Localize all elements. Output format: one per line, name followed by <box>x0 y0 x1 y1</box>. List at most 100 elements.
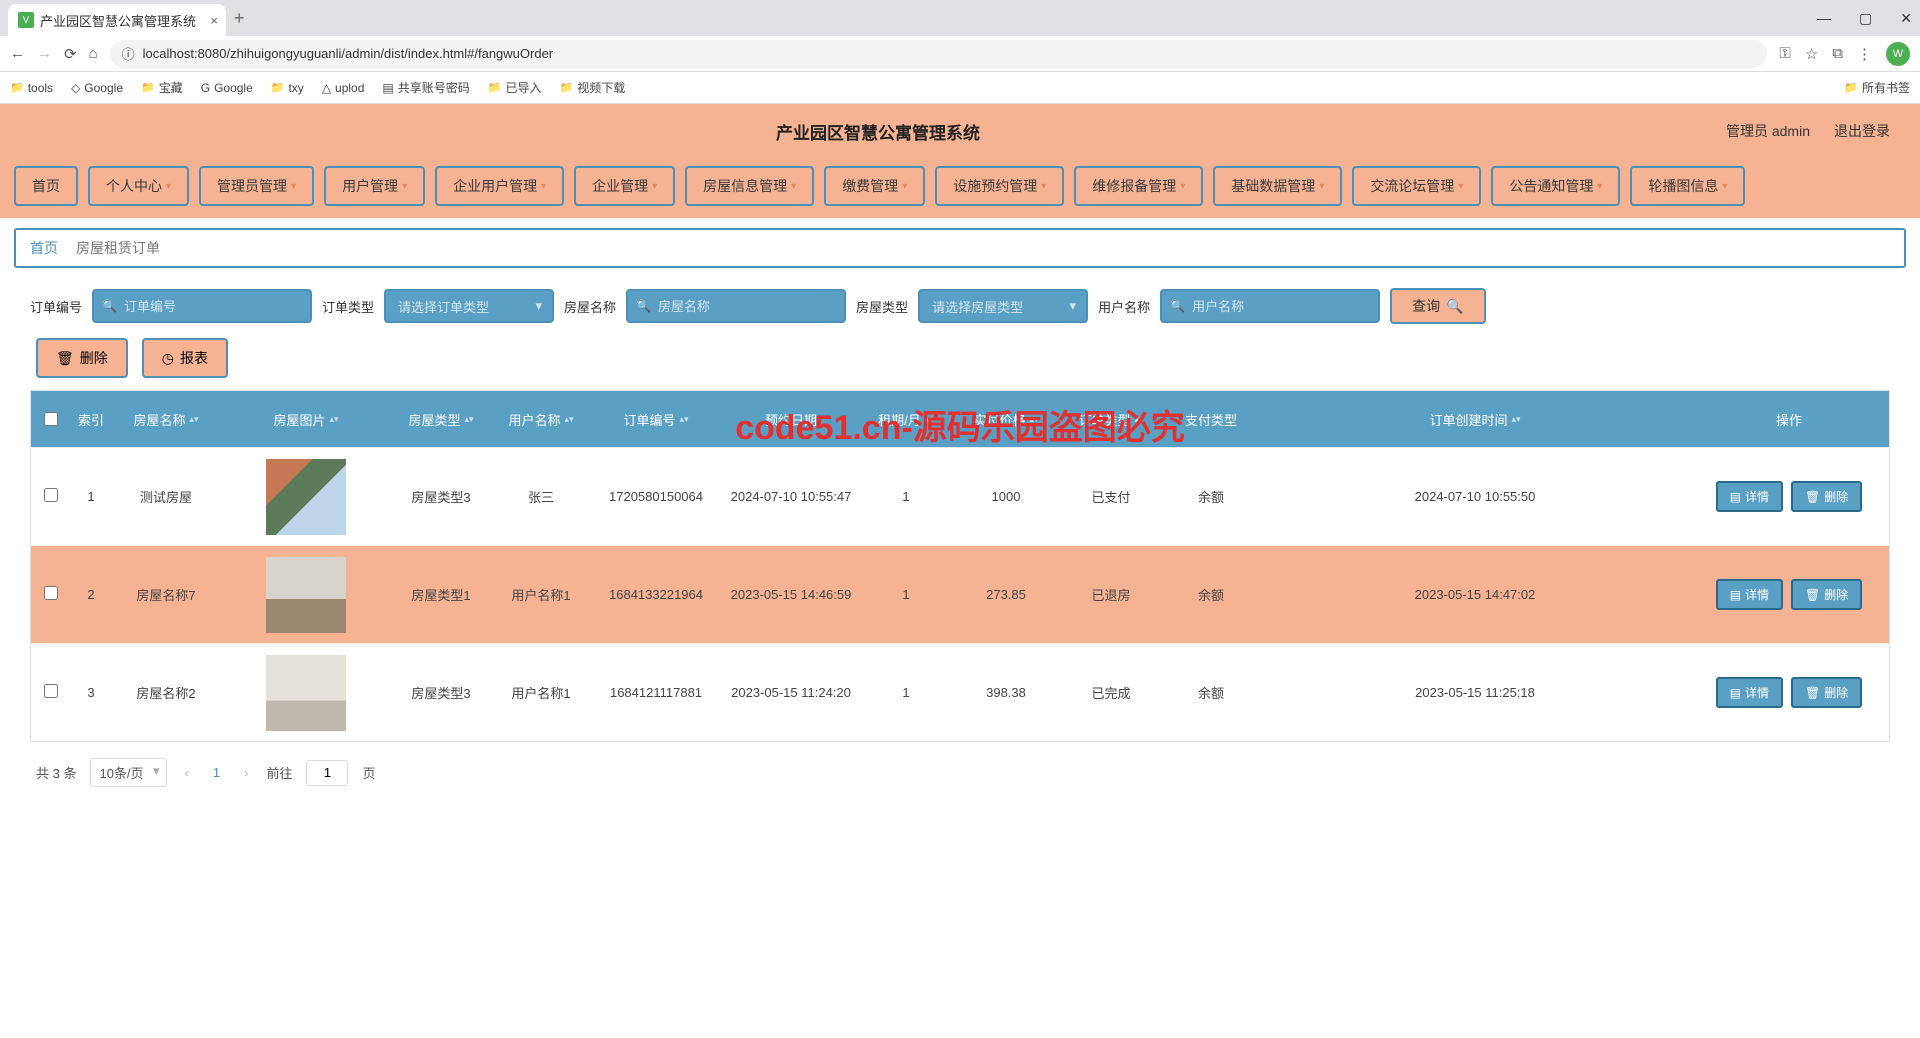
row-delete-button[interactable]: 🗑删除 <box>1791 677 1862 708</box>
nav-repair[interactable]: 维修报备管理▾ <box>1074 166 1203 206</box>
forward-icon[interactable]: → <box>37 45 52 62</box>
menu-icon[interactable]: ⋮ <box>1857 45 1872 63</box>
doc-icon: ▤ <box>1730 490 1741 504</box>
delete-button[interactable]: 🗑删除 <box>36 338 128 378</box>
bookmark-item[interactable]: tools <box>10 81 53 95</box>
bookmark-item[interactable]: △ uplod <box>322 81 365 95</box>
nav-fee-mgmt[interactable]: 缴费管理▾ <box>824 166 925 206</box>
extensions-icon[interactable]: ⧉ <box>1832 45 1843 62</box>
chevron-down-icon: ▾ <box>1458 181 1463 192</box>
th-period[interactable]: 租期/月▴▾ <box>861 410 951 429</box>
detail-button[interactable]: ▤详情 <box>1716 677 1783 708</box>
sort-icon: ▴▾ <box>564 416 573 422</box>
th-image[interactable]: 房屋图片▴▾ <box>221 410 391 429</box>
trash-icon: 🗑 <box>1805 686 1820 700</box>
cell-date: 2024-07-10 10:55:47 <box>721 481 861 512</box>
row-checkbox[interactable] <box>44 586 58 600</box>
th-created[interactable]: 订单创建时间▴▾ <box>1261 410 1689 429</box>
cell-user: 张三 <box>491 479 591 514</box>
th-user[interactable]: 用户名称▴▾ <box>491 410 591 429</box>
report-button[interactable]: ◷报表 <box>142 338 228 378</box>
pager-total: 共 3 条 <box>36 763 76 782</box>
info-icon: ⓘ <box>122 44 135 63</box>
filter-label-housetype: 房屋类型 <box>856 297 908 316</box>
cell-image <box>221 451 391 543</box>
cell-date: 2023-05-15 14:46:59 <box>721 579 861 610</box>
th-housename[interactable]: 房屋名称▴▾ <box>111 410 221 429</box>
breadcrumb-home[interactable]: 首页 <box>30 238 58 258</box>
filter-housename-input[interactable] <box>626 289 846 323</box>
nav-carousel[interactable]: 轮播图信息▾ <box>1630 166 1745 206</box>
nav-personal[interactable]: 个人中心▾ <box>88 166 189 206</box>
bookmark-item[interactable]: txy <box>271 81 304 95</box>
row-checkbox[interactable] <box>44 488 58 502</box>
pagination: 共 3 条 10条/页 ‹ 1 › 前往 页 <box>0 742 1920 803</box>
search-icon: 🔍 <box>636 299 651 313</box>
url-input[interactable]: ⓘ localhost:8080/zhihuigongyuguanli/admi… <box>110 40 1768 68</box>
logout-link[interactable]: 退出登录 <box>1834 121 1890 141</box>
filter-username-input[interactable] <box>1160 289 1380 323</box>
filter-ordernum-input[interactable] <box>92 289 312 323</box>
reload-icon[interactable]: ⟳ <box>64 45 77 63</box>
nav-home[interactable]: 首页 <box>14 166 78 206</box>
home-icon[interactable]: ⌂ <box>89 45 98 62</box>
page-goto-input[interactable] <box>306 760 348 786</box>
row-delete-button[interactable]: 🗑删除 <box>1791 481 1862 512</box>
prev-page[interactable]: ‹ <box>181 765 193 780</box>
filter-ordertype-select[interactable]: 请选择订单类型 <box>384 289 554 323</box>
bookmark-item[interactable]: 已导入 <box>488 79 542 96</box>
close-icon[interactable]: × <box>210 13 218 28</box>
nav-forum[interactable]: 交流论坛管理▾ <box>1352 166 1481 206</box>
search-button[interactable]: 查询🔍 <box>1390 288 1485 324</box>
detail-button[interactable]: ▤详情 <box>1716 481 1783 512</box>
filter-housetype-select[interactable]: 请选择房屋类型 <box>918 289 1088 323</box>
action-bar: 🗑删除 ◷报表 <box>0 338 1920 390</box>
cell-index: 3 <box>71 677 111 708</box>
new-tab-button[interactable]: + <box>234 8 245 29</box>
bookmark-item[interactable]: ◇ Google <box>71 81 123 95</box>
back-icon[interactable]: ← <box>10 45 25 62</box>
cell-ordernum: 1684133221964 <box>591 579 721 610</box>
cell-index: 1 <box>71 481 111 512</box>
sort-icon: ▴▾ <box>464 416 473 422</box>
nav-house-info[interactable]: 房屋信息管理▾ <box>685 166 814 206</box>
user-label[interactable]: 管理员 admin <box>1726 121 1810 141</box>
bookmark-item[interactable]: 宝藏 <box>141 79 183 96</box>
nav-admin-mgmt[interactable]: 管理员管理▾ <box>199 166 314 206</box>
bookmark-item[interactable]: ▤ 共享账号密码 <box>382 79 469 96</box>
th-ordertype[interactable]: 订单类型▴▾ <box>1061 410 1161 429</box>
bookmark-icon[interactable]: ☆ <box>1805 45 1818 63</box>
nav-corp-user-mgmt[interactable]: 企业用户管理▾ <box>435 166 564 206</box>
cell-price: 1000 <box>951 481 1061 512</box>
detail-button[interactable]: ▤详情 <box>1716 579 1783 610</box>
th-ordernum[interactable]: 订单编号▴▾ <box>591 410 721 429</box>
maximize-icon[interactable]: ▢ <box>1859 10 1872 27</box>
nav-corp-mgmt[interactable]: 企业管理▾ <box>574 166 675 206</box>
chevron-down-icon: ▾ <box>902 181 907 192</box>
th-housetype[interactable]: 房屋类型▴▾ <box>391 410 491 429</box>
page-number[interactable]: 1 <box>207 765 226 780</box>
bookmark-item[interactable]: 视频下载 <box>560 79 626 96</box>
key-icon[interactable]: ⚿ <box>1779 45 1790 62</box>
next-page[interactable]: › <box>240 765 252 780</box>
row-delete-button[interactable]: 🗑删除 <box>1791 579 1862 610</box>
all-bookmarks[interactable]: 所有书签 <box>1844 79 1910 96</box>
nav-facility[interactable]: 设施预约管理▾ <box>935 166 1064 206</box>
page-size-select[interactable]: 10条/页 <box>90 758 166 787</box>
cell-user: 用户名称1 <box>491 675 591 710</box>
close-window-icon[interactable]: ✕ <box>1900 10 1912 27</box>
browser-tab[interactable]: V 产业园区智慧公寓管理系统 × <box>8 4 226 36</box>
row-checkbox[interactable] <box>44 684 58 698</box>
clock-icon: ◷ <box>162 350 174 367</box>
nav-notice[interactable]: 公告通知管理▾ <box>1491 166 1620 206</box>
sort-icon: ▴▾ <box>1029 416 1038 422</box>
cell-created: 2023-05-15 11:25:18 <box>1261 677 1689 708</box>
select-all-checkbox[interactable] <box>44 412 58 426</box>
nav-basedata[interactable]: 基础数据管理▾ <box>1213 166 1342 206</box>
th-price[interactable]: 实付价格▴▾ <box>951 410 1061 429</box>
bookmark-item[interactable]: G Google <box>201 81 253 95</box>
profile-avatar[interactable]: W <box>1886 42 1910 66</box>
nav-user-mgmt[interactable]: 用户管理▾ <box>324 166 425 206</box>
minimize-icon[interactable]: — <box>1817 10 1831 27</box>
search-icon: 🔍 <box>1446 298 1463 315</box>
